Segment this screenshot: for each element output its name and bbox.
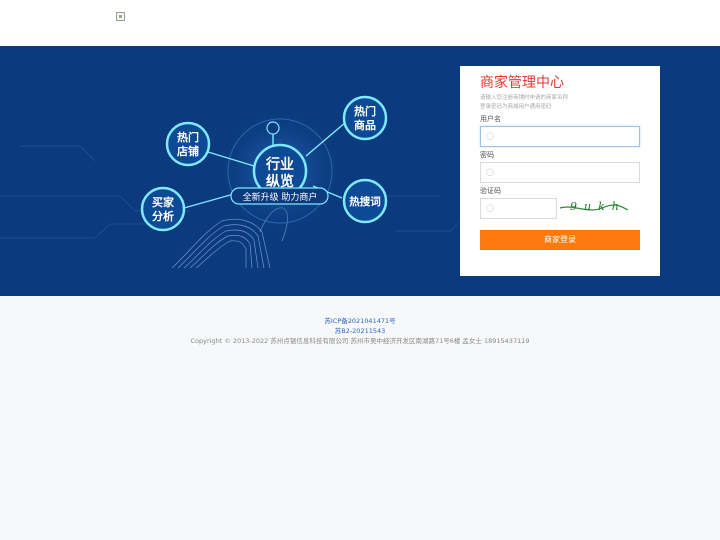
username-input[interactable] — [497, 127, 637, 146]
captcha-field[interactable]: ◯ — [480, 198, 557, 219]
username-label: 用户名 — [480, 115, 501, 123]
bubble-buyer-analysis: 买家 分析 — [140, 186, 186, 232]
captcha-label: 验证码 — [480, 187, 501, 195]
svg-text:分析: 分析 — [152, 209, 174, 223]
login-hint-password: 登录密码为商城用户通用密码 — [480, 104, 552, 110]
svg-text:热搜词: 热搜词 — [349, 195, 381, 208]
license-link[interactable]: 苏B2-20211543 — [0, 326, 720, 336]
captcha-input[interactable] — [497, 199, 553, 218]
login-panel: 商家管理中心 请输入您注册商铺时申请的商家名称 登录密码为商城用户通用密码 用户… — [460, 66, 660, 276]
center-title-line1: 行业 — [265, 156, 294, 173]
merchant-login-button[interactable]: 商家登录 — [480, 230, 640, 250]
bubble-hot-shops: 热门 店铺 — [165, 121, 211, 167]
svg-text:商品: 商品 — [354, 118, 376, 132]
svg-text:买家: 买家 — [152, 195, 175, 209]
password-label: 密码 — [480, 151, 494, 159]
shield-icon: ◯ — [486, 204, 494, 212]
username-field[interactable]: ◯ — [480, 126, 640, 147]
svg-text:热门: 热门 — [354, 104, 376, 118]
icp-link[interactable]: 苏ICP备2021041471号 — [0, 316, 720, 326]
copyright-text: Copyright © 2013-2022 苏州点锯信息科技有限公司 苏州市吴中… — [190, 337, 530, 345]
top-node-icon — [266, 121, 280, 135]
bubble-hot-search: 热搜词 — [342, 178, 388, 224]
banner-subtitle: 全新升级 助力商户 — [243, 191, 318, 203]
password-field[interactable]: ◯ — [480, 162, 640, 183]
svg-text:热门: 热门 — [177, 130, 199, 144]
top-header — [0, 0, 720, 46]
login-hint-merchant-name: 请输入您注册商铺时申请的商家名称 — [480, 95, 569, 101]
captcha-image[interactable]: 9ukh — [558, 198, 628, 219]
login-title: 商家管理中心 — [480, 75, 564, 91]
svg-text:店铺: 店铺 — [177, 144, 199, 158]
password-input[interactable] — [497, 163, 637, 182]
broken-image-icon — [116, 12, 125, 21]
lock-icon: ◯ — [486, 168, 494, 176]
page-footer: 苏ICP备2021041471号 苏B2-20211543 Copyright … — [0, 316, 720, 346]
user-icon: ◯ — [486, 132, 494, 140]
bubble-hot-goods: 热门 商品 — [342, 95, 388, 141]
captcha-text: 9ukh — [570, 200, 626, 213]
